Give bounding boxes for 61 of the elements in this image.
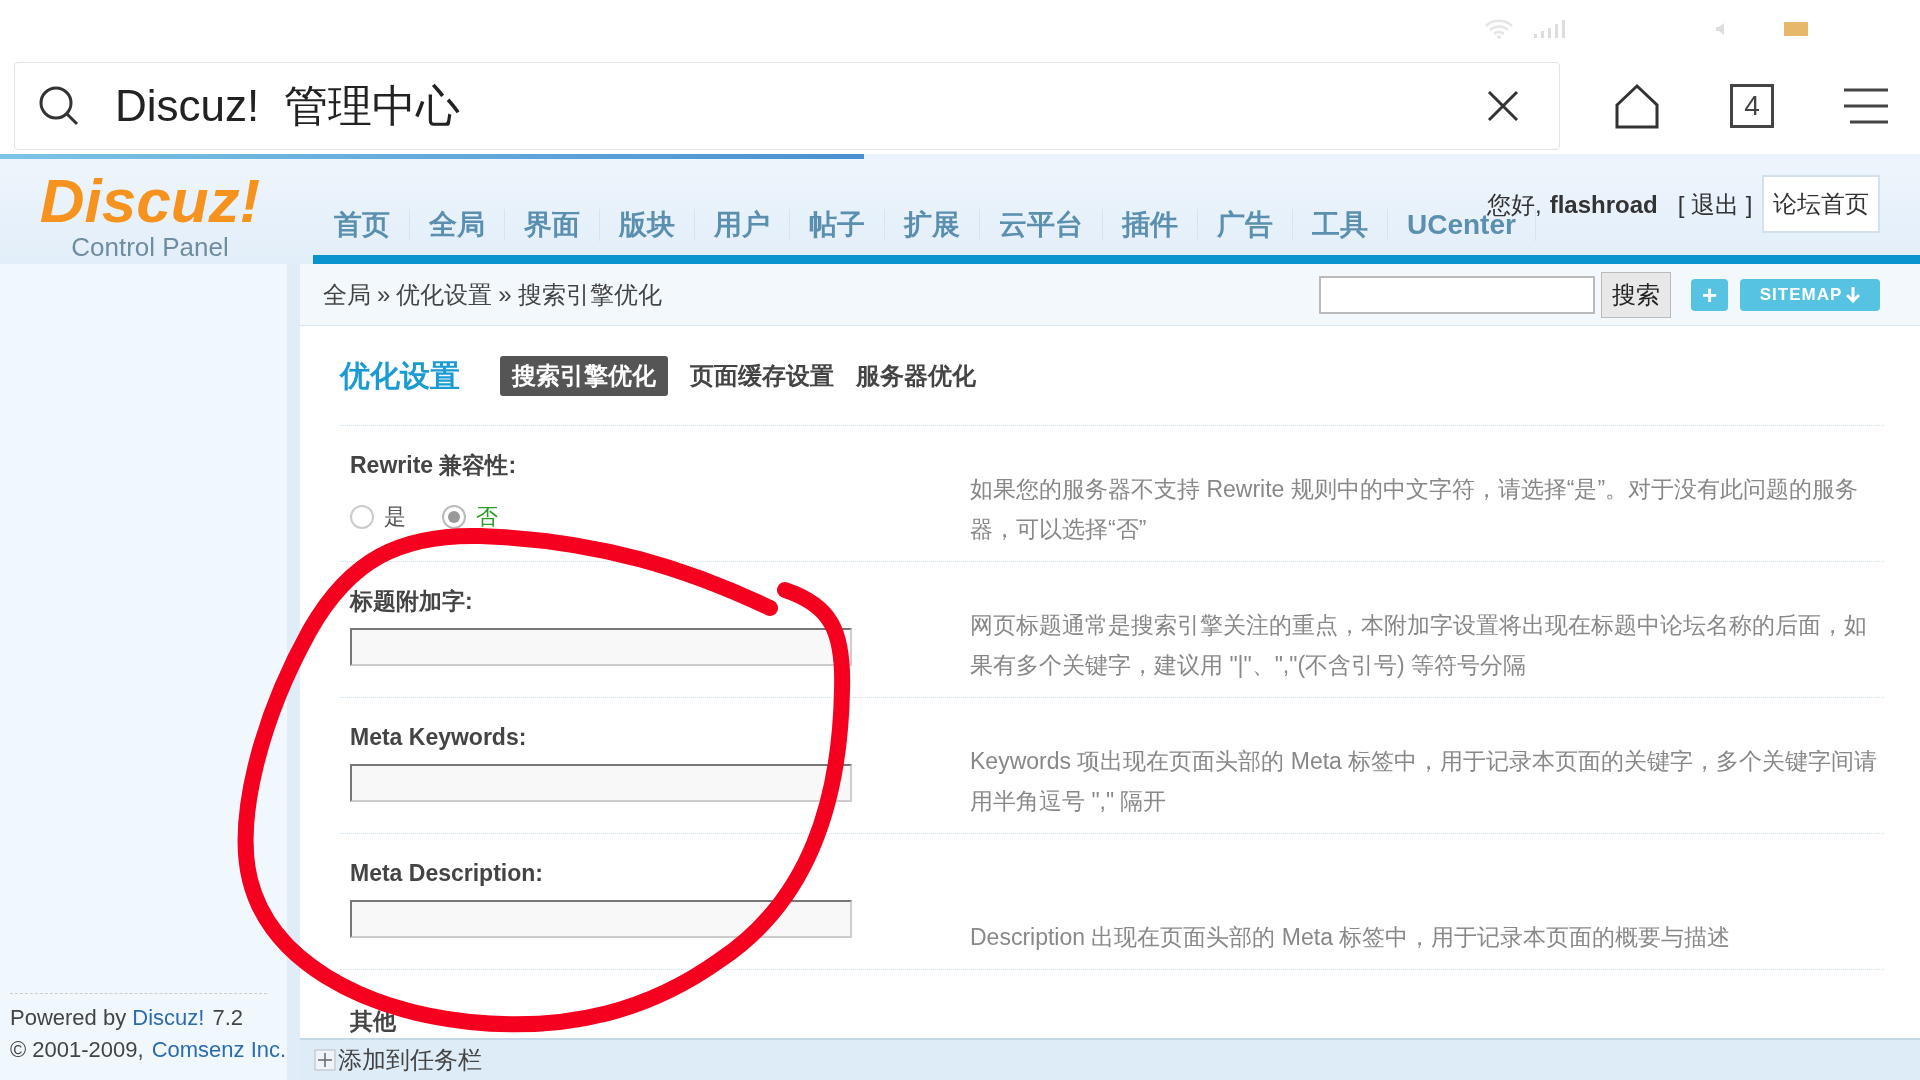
battery-icon [1784, 21, 1810, 36]
radio-label: 是 [384, 503, 406, 531]
footer-text: Powered by [10, 1005, 128, 1030]
wifi-icon [1484, 17, 1514, 40]
setting-description: Description 出现在页面头部的 Meta 标签中，用于记录本页面的概要与描述 [970, 923, 1731, 952]
home-icon[interactable] [1614, 82, 1660, 129]
nav-tab[interactable]: 版块 [600, 209, 695, 241]
nav-tab[interactable]: 扩展 [885, 209, 980, 241]
address-bar[interactable]: Discuz! 管理中心 [14, 61, 1560, 150]
company-link[interactable]: Comsenz Inc. [151, 1037, 287, 1062]
setting-description: 如果您的服务器不支持 Rewrite 规则中的中文字符，请选择“是”。对于没有此问题的服务器，可以选择“否” [970, 475, 1860, 544]
search-button[interactable]: 搜索 [1601, 271, 1671, 318]
nav-tab[interactable]: 广告 [1198, 209, 1293, 241]
text-field[interactable] [350, 900, 852, 938]
breadcrumb-separator: » [498, 279, 512, 310]
radio-button[interactable] [350, 504, 374, 529]
nav-tab[interactable]: 全局 [410, 209, 505, 241]
settings-tab[interactable]: 页面缓存设置 [690, 355, 834, 396]
logo-text: Discuz! [39, 169, 261, 232]
nav-tab[interactable]: 帖子 [790, 209, 885, 241]
section-title: 优化设置 [340, 358, 460, 394]
text-field[interactable] [350, 628, 852, 666]
setting-label: 标题附加字: [350, 587, 474, 616]
nav-tab[interactable]: 工具 [1293, 209, 1388, 241]
nav-tab[interactable]: 首页 [315, 209, 410, 241]
nav-tab[interactable]: 界面 [505, 209, 600, 241]
version-text: 7.2 [212, 1005, 243, 1030]
logo-subtitle: Control Panel [71, 231, 229, 262]
radio-button[interactable] [442, 504, 466, 529]
setting-label: 其他 [350, 1007, 397, 1036]
setting-label: Meta Description: [350, 859, 544, 888]
breadcrumb-separator: » [377, 279, 391, 310]
username: flashroad [1549, 190, 1658, 220]
settings-tab[interactable]: 搜索引擎优化 [500, 355, 668, 396]
breadcrumb-link[interactable]: 优化设置 [396, 276, 493, 313]
taskbar-link[interactable]: 添加到任务栏 [338, 1042, 482, 1078]
volume-icon [1716, 22, 1724, 35]
copyright-text: © 2001-2009, [10, 1037, 144, 1062]
nav-tab[interactable]: 用户 [695, 209, 790, 241]
setting-label: Rewrite 兼容性: [350, 451, 518, 480]
address-text: Discuz! 管理中心 [115, 79, 461, 132]
search-field[interactable] [1319, 275, 1595, 314]
forum-home-button[interactable]: 论坛首页 [1762, 175, 1880, 233]
plus-icon[interactable] [314, 1049, 336, 1071]
breadcrumb-link[interactable]: 搜索引擎优化 [517, 276, 662, 313]
down-arrow-icon [1846, 286, 1861, 303]
nav-tab[interactable]: 插件 [1103, 209, 1198, 241]
settings-tab[interactable]: 服务器优化 [856, 355, 976, 396]
tab-count-button[interactable]: 4 [1730, 83, 1774, 128]
setting-description: Keywords 项出现在页面头部的 Meta 标签中，用于记录本页面的关键字，多个关键字间请用半角逗号 "," 隔开 [970, 747, 1879, 816]
logout-link[interactable]: [ 退出 ] [1677, 187, 1753, 223]
text-field[interactable] [350, 764, 852, 802]
radio-label: 否 [476, 503, 498, 531]
setting-label: Meta Keywords: [350, 723, 528, 752]
close-icon[interactable] [1487, 89, 1519, 122]
breadcrumb-link[interactable]: 全局 [323, 276, 371, 313]
menu-icon[interactable] [1844, 87, 1888, 124]
setting-description: 网页标题通常是搜索引擎关注的重点，本附加字设置将出现在标题中论坛名称的后面，如果有多个关键字，建议用 "|"、","(不含引号) 等符号分隔 [970, 611, 1868, 680]
nav-tab[interactable]: 云平台 [980, 209, 1103, 241]
signal-icon [1534, 19, 1566, 38]
product-link[interactable]: Discuz! [132, 1005, 205, 1030]
